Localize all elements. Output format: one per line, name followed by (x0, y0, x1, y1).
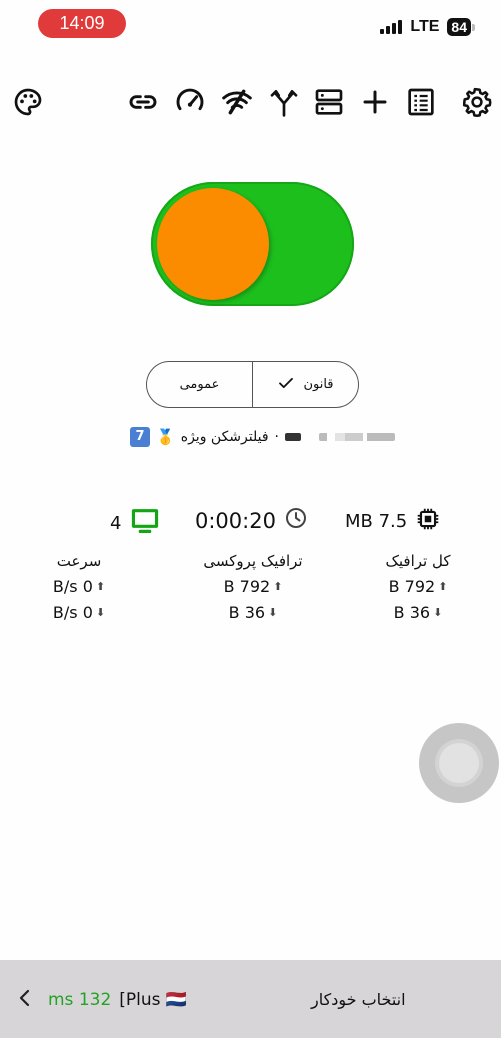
uptime-value: 0:00:20 (195, 508, 276, 533)
top-toolbar (0, 84, 501, 120)
server-name: [Plus 🇳🇱 (119, 990, 188, 1010)
memory-value: MB 7.5 (345, 511, 408, 532)
ping-value: ms 132 (48, 990, 112, 1010)
battery-icon: 84 (447, 18, 475, 36)
profile-separator: · (274, 429, 279, 445)
wifi-off-icon[interactable] (220, 84, 254, 120)
floating-button-inner (439, 743, 479, 783)
add-icon[interactable] (358, 84, 392, 120)
status-indicators: LTE 84 (380, 18, 475, 36)
download-icon: ⬇ (433, 606, 443, 619)
fork-icon[interactable] (267, 84, 301, 120)
upload-icon: ⬆ (95, 580, 106, 593)
auto-select-label: انتخاب خودکار (311, 990, 406, 1009)
connections-stat[interactable]: 4 (110, 506, 161, 541)
link-icon[interactable] (126, 84, 160, 120)
status-time: 14:09 (38, 9, 126, 38)
speed-column: سرعت B/s 0 ⬆ B/s 0 ⬇ (4, 548, 154, 626)
battery-level: 84 (447, 18, 471, 36)
chevron-left-icon[interactable] (18, 988, 40, 1012)
speed-upload-value: B/s 0 (52, 577, 93, 596)
monitor-icon (129, 506, 161, 541)
toggle-knob[interactable] (157, 188, 269, 300)
total-upload-row: B 792 ⬆ (343, 574, 493, 600)
active-profile[interactable]: 7 🥇 فیلترشکن ویژه · (130, 427, 395, 447)
cpu-icon (415, 506, 441, 537)
network-type: LTE (410, 18, 440, 35)
clock-icon (284, 506, 308, 535)
speed-title: سرعت (56, 552, 102, 570)
server-icon[interactable] (312, 84, 346, 120)
settings-icon[interactable] (460, 84, 494, 120)
number-badge-icon: 7 (130, 427, 151, 447)
bottom-bar[interactable]: ms 132 [Plus 🇳🇱 انتخاب خودکار (0, 960, 501, 1038)
global-mode-label: عمومی (179, 377, 220, 392)
rule-mode-label: قانون (303, 377, 334, 392)
floating-button[interactable] (419, 723, 499, 803)
upload-icon: ⬆ (438, 580, 448, 593)
list-icon[interactable] (404, 84, 438, 120)
speed-download-value: B/s 0 (52, 603, 93, 622)
mode-selector: عمومی قانون (146, 361, 359, 408)
proxy-download-value: B 36 (228, 603, 266, 622)
signal-icon (380, 20, 403, 34)
speed-upload-row: B/s 0 ⬆ (4, 574, 154, 600)
palette-icon[interactable] (11, 84, 45, 120)
speed-icon[interactable] (173, 84, 207, 120)
server-selector[interactable]: ms 132 [Plus 🇳🇱 (18, 986, 311, 1014)
download-icon: ⬇ (268, 606, 278, 619)
total-download-value: B 36 (393, 603, 431, 622)
upload-icon: ⬆ (273, 580, 283, 593)
medal-icon: 🥇 (156, 428, 175, 446)
global-mode-button[interactable]: عمومی (147, 362, 252, 407)
redacted-text (319, 433, 395, 441)
check-icon (277, 374, 295, 396)
proxy-upload-value: B 792 (223, 577, 271, 596)
total-download-row: B 36 ⬇ (343, 600, 493, 626)
profile-name: فیلترشکن ویژه (180, 429, 269, 445)
connection-toggle[interactable] (151, 182, 354, 306)
stats-row: MB 7.5 0:00:20 4 (0, 506, 501, 538)
total-traffic-title: کل ترافیک (385, 552, 451, 570)
rule-mode-button[interactable]: قانون (252, 362, 358, 407)
proxy-traffic-title: ترافیک پروکسی (203, 552, 303, 570)
download-icon: ⬇ (95, 606, 106, 619)
memory-stat: MB 7.5 (345, 506, 441, 537)
uptime-stat: 0:00:20 (195, 506, 308, 535)
proxy-download-row: B 36 ⬇ (178, 600, 328, 626)
redacted-text (285, 433, 301, 441)
proxy-traffic-column: ترافیک پروکسی B 792 ⬆ B 36 ⬇ (178, 548, 328, 626)
speed-download-row: B/s 0 ⬇ (4, 600, 154, 626)
proxy-upload-row: B 792 ⬆ (178, 574, 328, 600)
connections-value: 4 (110, 513, 122, 534)
total-traffic-column: کل ترافیک B 792 ⬆ B 36 ⬇ (343, 548, 493, 626)
total-upload-value: B 792 (388, 577, 436, 596)
